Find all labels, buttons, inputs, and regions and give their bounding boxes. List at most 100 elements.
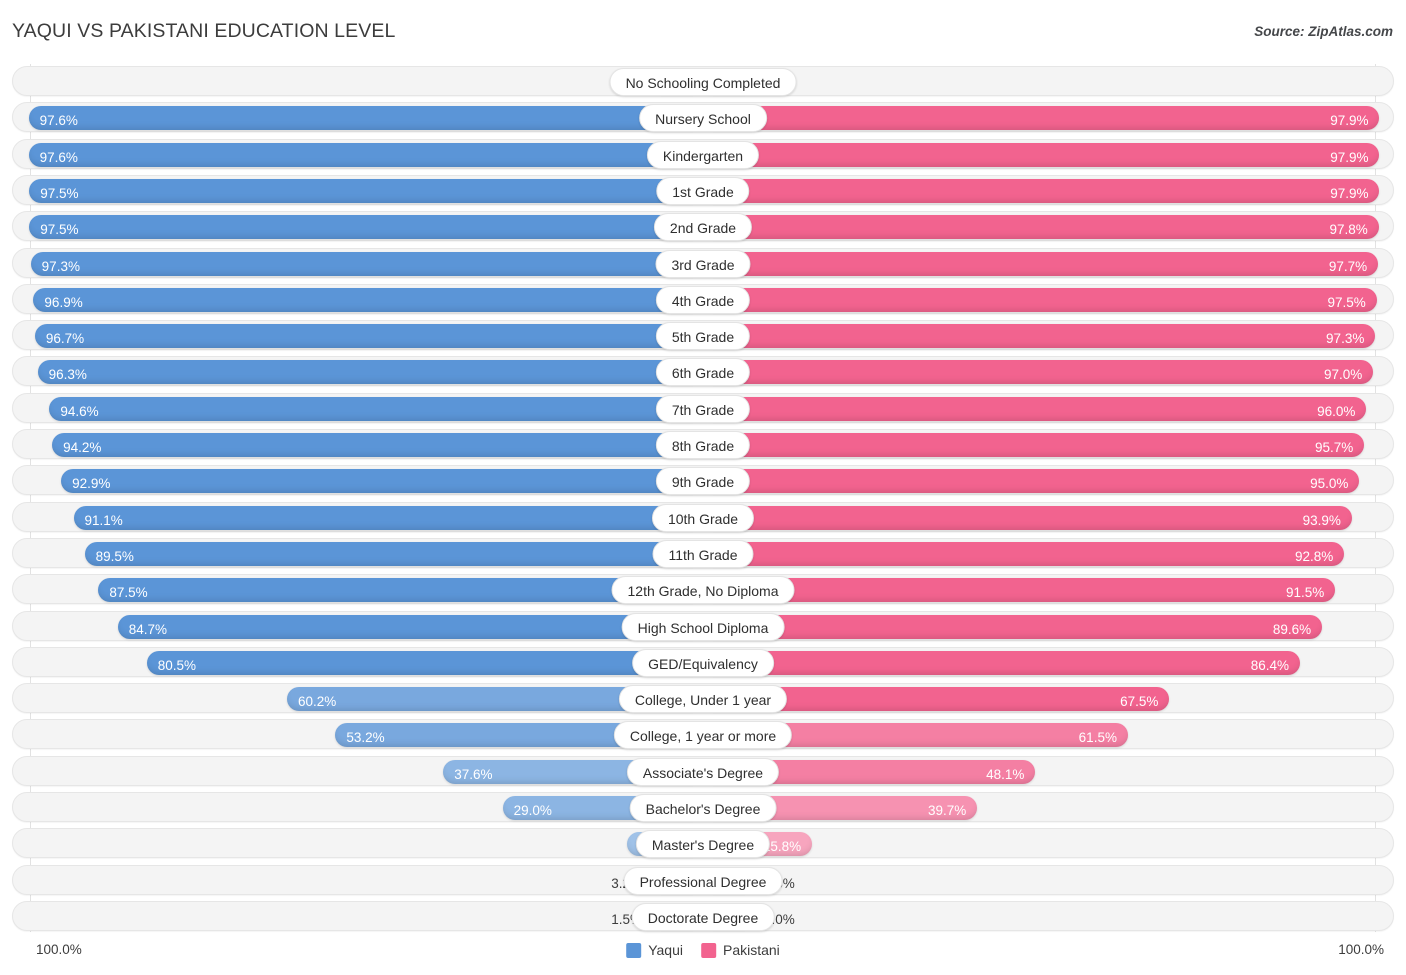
table-row[interactable]: 94.2%95.7%8th Grade bbox=[12, 429, 1394, 459]
table-row[interactable]: 84.7%89.6%High School Diploma bbox=[12, 611, 1394, 641]
bar-pakistani[interactable]: 97.8% bbox=[703, 215, 1379, 239]
row-bars: 11.0%15.8%Master's Degree bbox=[13, 829, 1393, 857]
bar-yaqui[interactable]: 92.9% bbox=[61, 469, 703, 493]
bar-yaqui[interactable]: 89.5% bbox=[85, 542, 703, 566]
bar-pakistani[interactable]: 97.9% bbox=[703, 143, 1379, 167]
page-title: YAQUI VS PAKISTANI EDUCATION LEVEL bbox=[12, 20, 395, 43]
bar-pakistani[interactable]: 95.7% bbox=[703, 433, 1364, 457]
bar-value-pakistani: 96.0% bbox=[1317, 397, 1355, 427]
category-label[interactable]: 1st Grade bbox=[656, 177, 749, 205]
bar-pakistani[interactable]: 97.9% bbox=[703, 179, 1379, 203]
bar-yaqui[interactable]: 96.9% bbox=[33, 288, 703, 312]
bar-pakistani[interactable]: 91.5% bbox=[703, 578, 1335, 602]
category-label[interactable]: 12th Grade, No Diploma bbox=[612, 576, 795, 604]
category-label[interactable]: 9th Grade bbox=[656, 467, 750, 495]
category-label[interactable]: 5th Grade bbox=[656, 322, 750, 350]
bar-value-yaqui: 94.6% bbox=[60, 397, 98, 427]
table-row[interactable]: 97.6%97.9%Nursery School bbox=[12, 102, 1394, 132]
table-row[interactable]: 87.5%91.5%12th Grade, No Diploma bbox=[12, 574, 1394, 604]
category-label[interactable]: Doctorate Degree bbox=[632, 903, 775, 931]
bar-pakistani[interactable]: 97.9% bbox=[703, 106, 1379, 130]
category-label[interactable]: 3rd Grade bbox=[655, 250, 750, 278]
bar-value-yaqui: 92.9% bbox=[72, 469, 110, 499]
legend-item-yaqui[interactable]: Yaqui bbox=[626, 942, 683, 958]
bar-pakistani[interactable]: 97.3% bbox=[703, 324, 1375, 348]
category-label[interactable]: Bachelor's Degree bbox=[630, 794, 777, 822]
table-row[interactable]: 97.5%97.8%2nd Grade bbox=[12, 211, 1394, 241]
bar-value-yaqui: 29.0% bbox=[514, 796, 552, 826]
bar-yaqui[interactable]: 94.2% bbox=[52, 433, 703, 457]
bar-yaqui[interactable]: 97.5% bbox=[29, 179, 703, 203]
bar-yaqui[interactable]: 97.6% bbox=[29, 143, 703, 167]
axis-max-right: 100.0% bbox=[1338, 942, 1384, 957]
category-label[interactable]: 8th Grade bbox=[656, 431, 750, 459]
bar-value-pakistani: 97.9% bbox=[1330, 143, 1368, 173]
bars-plot-area: 2.4%2.1%No Schooling Completed97.6%97.9%… bbox=[0, 62, 1406, 937]
category-label[interactable]: 2nd Grade bbox=[654, 213, 752, 241]
table-row[interactable]: 29.0%39.7%Bachelor's Degree bbox=[12, 792, 1394, 822]
bar-pakistani[interactable]: 86.4% bbox=[703, 651, 1300, 675]
row-bars: 53.2%61.5%College, 1 year or more bbox=[13, 720, 1393, 748]
table-row[interactable]: 60.2%67.5%College, Under 1 year bbox=[12, 683, 1394, 713]
table-row[interactable]: 97.5%97.9%1st Grade bbox=[12, 175, 1394, 205]
bar-yaqui[interactable]: 96.7% bbox=[35, 324, 703, 348]
category-label[interactable]: Kindergarten bbox=[647, 141, 759, 169]
category-label[interactable]: Master's Degree bbox=[636, 830, 770, 858]
category-label[interactable]: Nursery School bbox=[639, 104, 767, 132]
category-label[interactable]: College, 1 year or more bbox=[614, 721, 792, 749]
bar-pakistani[interactable]: 95.0% bbox=[703, 469, 1359, 493]
bar-value-yaqui: 94.2% bbox=[63, 433, 101, 463]
category-label[interactable]: High School Diploma bbox=[622, 613, 785, 641]
table-row[interactable]: 53.2%61.5%College, 1 year or more bbox=[12, 719, 1394, 749]
table-row[interactable]: 97.6%97.9%Kindergarten bbox=[12, 139, 1394, 169]
bar-yaqui[interactable]: 80.5% bbox=[147, 651, 703, 675]
bar-pakistani[interactable]: 97.0% bbox=[703, 360, 1373, 384]
category-label[interactable]: Associate's Degree bbox=[627, 758, 779, 786]
legend-label: Pakistani bbox=[723, 942, 780, 958]
category-label[interactable]: 11th Grade bbox=[652, 540, 753, 568]
category-label[interactable]: GED/Equivalency bbox=[632, 649, 774, 677]
bar-yaqui[interactable]: 84.7% bbox=[118, 615, 703, 639]
bar-yaqui[interactable]: 97.5% bbox=[29, 215, 703, 239]
bar-yaqui[interactable]: 97.6% bbox=[29, 106, 703, 130]
bar-pakistani[interactable]: 97.7% bbox=[703, 252, 1378, 276]
table-row[interactable]: 96.7%97.3%5th Grade bbox=[12, 320, 1394, 350]
category-label[interactable]: College, Under 1 year bbox=[619, 685, 787, 713]
table-row[interactable]: 80.5%86.4%GED/Equivalency bbox=[12, 647, 1394, 677]
bar-yaqui[interactable]: 91.1% bbox=[74, 506, 704, 530]
table-row[interactable]: 92.9%95.0%9th Grade bbox=[12, 465, 1394, 495]
category-label[interactable]: 6th Grade bbox=[656, 358, 750, 386]
legend-item-pakistani[interactable]: Pakistani bbox=[701, 942, 780, 958]
table-row[interactable]: 89.5%92.8%11th Grade bbox=[12, 538, 1394, 568]
legend-label: Yaqui bbox=[648, 942, 683, 958]
bar-value-yaqui: 60.2% bbox=[298, 687, 336, 717]
table-row[interactable]: 37.6%48.1%Associate's Degree bbox=[12, 756, 1394, 786]
bar-yaqui[interactable]: 97.3% bbox=[31, 252, 703, 276]
bar-yaqui[interactable]: 96.3% bbox=[38, 360, 703, 384]
source-attribution: Source: ZipAtlas.com bbox=[1254, 24, 1393, 39]
row-bars: 1.5%2.0%Doctorate Degree bbox=[13, 902, 1393, 930]
table-row[interactable]: 94.6%96.0%7th Grade bbox=[12, 393, 1394, 423]
table-row[interactable]: 3.2%4.8%Professional Degree bbox=[12, 865, 1394, 895]
bar-pakistani[interactable]: 96.0% bbox=[703, 397, 1366, 421]
bar-pakistani[interactable]: 89.6% bbox=[703, 615, 1322, 639]
category-label[interactable]: 4th Grade bbox=[656, 286, 750, 314]
bar-yaqui[interactable]: 94.6% bbox=[49, 397, 703, 421]
category-label[interactable]: 7th Grade bbox=[656, 395, 750, 423]
category-label[interactable]: Professional Degree bbox=[624, 867, 783, 895]
row-bars: 3.2%4.8%Professional Degree bbox=[13, 866, 1393, 894]
table-row[interactable]: 96.9%97.5%4th Grade bbox=[12, 284, 1394, 314]
table-row[interactable]: 2.4%2.1%No Schooling Completed bbox=[12, 66, 1394, 96]
table-row[interactable]: 91.1%93.9%10th Grade bbox=[12, 502, 1394, 532]
table-row[interactable]: 11.0%15.8%Master's Degree bbox=[12, 828, 1394, 858]
bar-pakistani[interactable]: 93.9% bbox=[703, 506, 1352, 530]
category-label[interactable]: 10th Grade bbox=[652, 504, 754, 532]
row-bars: 91.1%93.9%10th Grade bbox=[13, 503, 1393, 531]
table-row[interactable]: 96.3%97.0%6th Grade bbox=[12, 356, 1394, 386]
category-label[interactable]: No Schooling Completed bbox=[610, 68, 797, 96]
table-row[interactable]: 97.3%97.7%3rd Grade bbox=[12, 248, 1394, 278]
bar-pakistani[interactable]: 92.8% bbox=[703, 542, 1344, 566]
bar-pakistani[interactable]: 97.5% bbox=[703, 288, 1377, 312]
bar-value-pakistani: 97.9% bbox=[1330, 179, 1368, 209]
table-row[interactable]: 1.5%2.0%Doctorate Degree bbox=[12, 901, 1394, 931]
